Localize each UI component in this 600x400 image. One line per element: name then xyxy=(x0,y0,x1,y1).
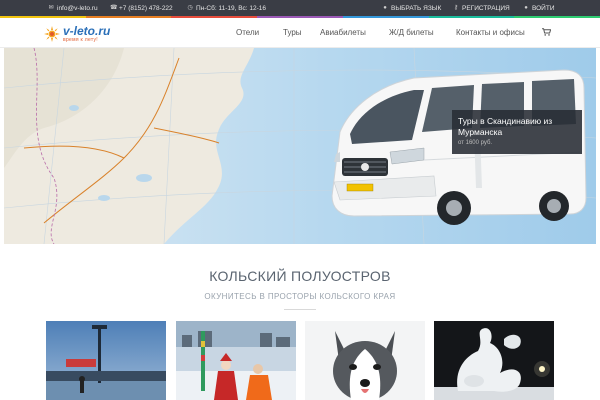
hero-caption[interactable]: Туры в Скандинавию из Мурманска от 1600 … xyxy=(452,110,582,154)
logo-tagline: время к лету! xyxy=(63,37,98,43)
email-text: info@v-leto.ru xyxy=(57,4,98,12)
nav-item-flights[interactable]: Авиабилеты xyxy=(320,28,366,37)
nav-item-trains[interactable]: Ж/Д билеты xyxy=(389,28,434,37)
language-button[interactable]: ● ВЫБРАТЬ ЯЗЫК xyxy=(382,0,441,16)
phone-icon: ☎ xyxy=(110,5,118,11)
hero-title: Туры в Скандинавию из Мурманска xyxy=(458,116,553,137)
login-button[interactable]: ● ВОЙТИ xyxy=(523,0,555,16)
site-logo[interactable]: v-leto.ru время к лету! xyxy=(44,23,110,45)
site-header: v-leto.ru время к лету! Отели Туры Авиаб… xyxy=(0,18,600,48)
logo-brand: v-leto.ru xyxy=(63,24,111,38)
nav-item-hotels[interactable]: Отели xyxy=(236,28,259,37)
hero-banner[interactable]: Туры в Скандинавию из Мурманска от 1600 … xyxy=(4,48,596,244)
globe-icon: ● xyxy=(383,5,387,11)
email-link[interactable]: ✉ info@v-leto.ru xyxy=(48,0,98,16)
register-label: РЕГИСТРАЦИЯ xyxy=(462,4,510,12)
photo-tile-ice-sculpture[interactable] xyxy=(434,321,554,400)
section-subtitle: ОКУНИТЕСЬ В ПРОСТОРЫ КОЛЬСКОГО КРАЯ xyxy=(204,292,396,301)
husky-photo xyxy=(305,321,425,400)
hours-text: Пн-Сб: 11-19, Вс: 12-16 xyxy=(196,4,267,12)
section-divider xyxy=(284,309,316,310)
phone-link[interactable]: ☎ +7 (8152) 478-222 xyxy=(110,0,173,16)
login-label: ВОЙТИ xyxy=(532,4,555,12)
working-hours: ◷ Пн-Сб: 11-19, Вс: 12-16 xyxy=(187,0,266,16)
envelope-icon: ✉ xyxy=(48,5,54,11)
nav-item-tours[interactable]: Туры xyxy=(283,28,302,37)
user-icon: ● xyxy=(524,5,528,11)
photo-tile-harbor[interactable] xyxy=(46,321,166,400)
register-button[interactable]: ⚷ РЕГИСТРАЦИЯ xyxy=(453,0,510,16)
key-icon: ⚷ xyxy=(453,5,459,11)
phone-text: +7 (8152) 478-222 xyxy=(119,4,173,12)
photo-tile-husky[interactable] xyxy=(305,321,425,400)
hero-price: от 1600 руб. xyxy=(458,140,493,146)
language-label: ВЫБРАТЬ ЯЗЫК xyxy=(391,4,442,12)
nav-item-contacts[interactable]: Контакты и офисы xyxy=(456,28,525,37)
clock-icon: ◷ xyxy=(187,5,193,11)
section-title: КОЛЬСКИЙ ПОЛУОСТРОВ xyxy=(209,268,391,284)
harbor-photo xyxy=(46,321,166,400)
cart-icon[interactable] xyxy=(542,28,551,36)
winter-festival-photo xyxy=(176,321,296,400)
top-bar: ✉ info@v-leto.ru ☎ +7 (8152) 478-222 ◷ П… xyxy=(0,0,600,16)
photo-tile-winter-festival[interactable] xyxy=(176,321,296,400)
sun-logo-icon xyxy=(44,26,60,42)
ice-sculpture-photo xyxy=(434,321,554,400)
